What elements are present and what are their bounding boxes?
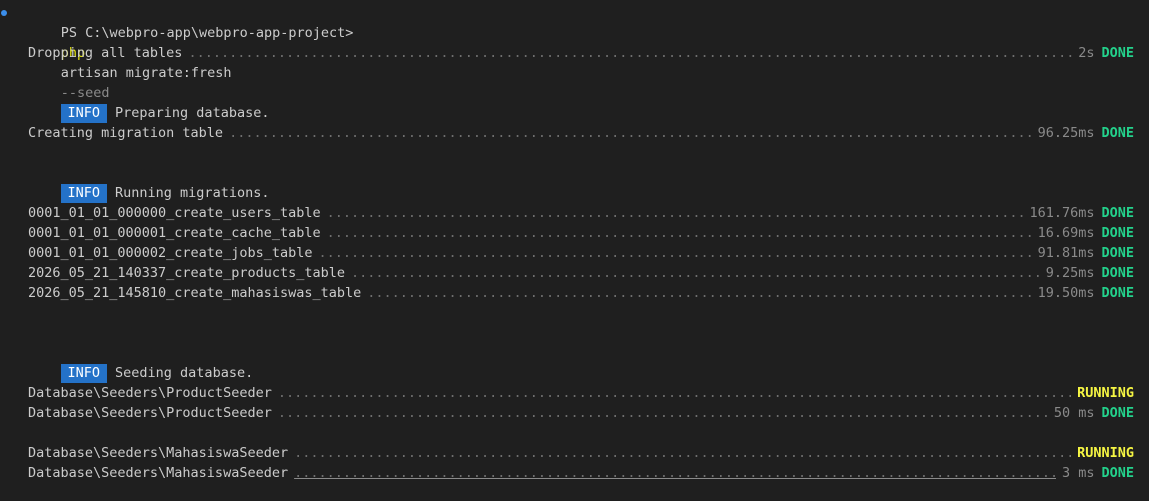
task-time: 9.25ms <box>1045 265 1095 281</box>
task-line-create-migration-table: Creating migration table ...............… <box>28 123 1134 143</box>
command-args: artisan migrate:fresh <box>60 65 232 81</box>
info-text: Preparing database. <box>115 105 270 121</box>
task-label: Database\Seeders\ProductSeeder <box>28 405 272 421</box>
task-time: 19.50ms <box>1037 285 1095 301</box>
seeder-line: Database\Seeders\ProductSeeder .........… <box>28 403 1134 423</box>
migration-line: 2026_05_21_145810_create_mahasiswas_tabl… <box>28 283 1134 303</box>
status-done: DONE <box>1101 405 1134 421</box>
task-time: 16.69ms <box>1037 225 1095 241</box>
task-label: 2026_05_21_145810_create_mahasiswas_tabl… <box>28 285 362 301</box>
seeder-line: Database\Seeders\ProductSeeder .........… <box>28 383 1134 403</box>
status-done: DONE <box>1101 465 1134 481</box>
status-done: DONE <box>1101 125 1134 141</box>
status-running: RUNNING <box>1077 385 1134 401</box>
prompt-line: PS C:\webpro-app\webpro-app-project> php… <box>0 3 1149 101</box>
task-label: 0001_01_01_000002_create_jobs_table <box>28 245 313 261</box>
task-label: 2026_05_21_140337_create_products_table <box>28 265 345 281</box>
dot-leader: ........................................… <box>277 405 1048 421</box>
terminal-output[interactable]: PS C:\webpro-app\webpro-app-project> php… <box>0 0 1149 501</box>
command-status-dot-icon[interactable] <box>1 10 7 16</box>
task-time: 2s <box>1078 45 1095 61</box>
task-time: 161.76ms <box>1029 205 1095 221</box>
info-text: Running migrations. <box>115 185 270 201</box>
task-label: Database\Seeders\MahasiswaSeeder <box>28 465 289 481</box>
task-time: 3 ms <box>1061 465 1095 481</box>
task-label: Database\Seeders\ProductSeeder <box>28 385 272 401</box>
task-line-drop-tables: Dropping all tables ....................… <box>28 43 1134 63</box>
status-done: DONE <box>1101 265 1134 281</box>
dot-leader: ........................................… <box>318 245 1031 261</box>
dot-leader: ........................................… <box>229 125 1032 141</box>
dot-leader: ........................................… <box>294 465 1056 481</box>
task-label: Creating migration table <box>28 125 224 141</box>
prompt-path: PS C:\webpro-app\webpro-app-project> <box>60 25 354 41</box>
task-label: Dropping all tables <box>28 45 183 61</box>
info-line-running-migrations: INFO Running migrations. <box>28 163 269 203</box>
status-done: DONE <box>1101 205 1134 221</box>
dot-leader: ........................................… <box>350 265 1040 281</box>
info-badge: INFO <box>60 184 108 203</box>
task-time: 96.25ms <box>1037 125 1095 141</box>
info-line-seeding: INFO Seeding database. <box>28 343 253 383</box>
migration-line: 0001_01_01_000001_create_cache_table ...… <box>28 223 1134 243</box>
dot-leader: ........................................… <box>277 385 1071 401</box>
info-text: Seeding database. <box>115 365 254 381</box>
migration-line: 0001_01_01_000002_create_jobs_table ....… <box>28 243 1134 263</box>
dot-leader: ........................................… <box>188 45 1073 61</box>
status-done: DONE <box>1101 45 1134 61</box>
dot-leader: ........................................… <box>326 225 1032 241</box>
status-done: DONE <box>1101 245 1134 261</box>
info-badge: INFO <box>60 104 108 123</box>
status-running: RUNNING <box>1077 445 1134 461</box>
task-label: 0001_01_01_000000_create_users_table <box>28 205 321 221</box>
info-badge: INFO <box>60 364 108 383</box>
seeder-line: Database\Seeders\MahasiswaSeeder .......… <box>28 443 1134 463</box>
task-time: 50 ms <box>1053 405 1095 421</box>
status-done: DONE <box>1101 225 1134 241</box>
dot-leader: ........................................… <box>367 285 1032 301</box>
task-label: 0001_01_01_000001_create_cache_table <box>28 225 321 241</box>
migration-line: 2026_05_21_140337_create_products_table … <box>28 263 1134 283</box>
task-time: 91.81ms <box>1037 245 1095 261</box>
migration-line: 0001_01_01_000000_create_users_table ...… <box>28 203 1134 223</box>
dot-leader: ........................................… <box>294 445 1072 461</box>
info-line-preparing: INFO Preparing database. <box>28 83 269 123</box>
dot-leader: ........................................… <box>326 205 1024 221</box>
status-done: DONE <box>1101 285 1134 301</box>
task-label: Database\Seeders\MahasiswaSeeder <box>28 445 289 461</box>
seeder-line: Database\Seeders\MahasiswaSeeder .......… <box>28 463 1134 483</box>
